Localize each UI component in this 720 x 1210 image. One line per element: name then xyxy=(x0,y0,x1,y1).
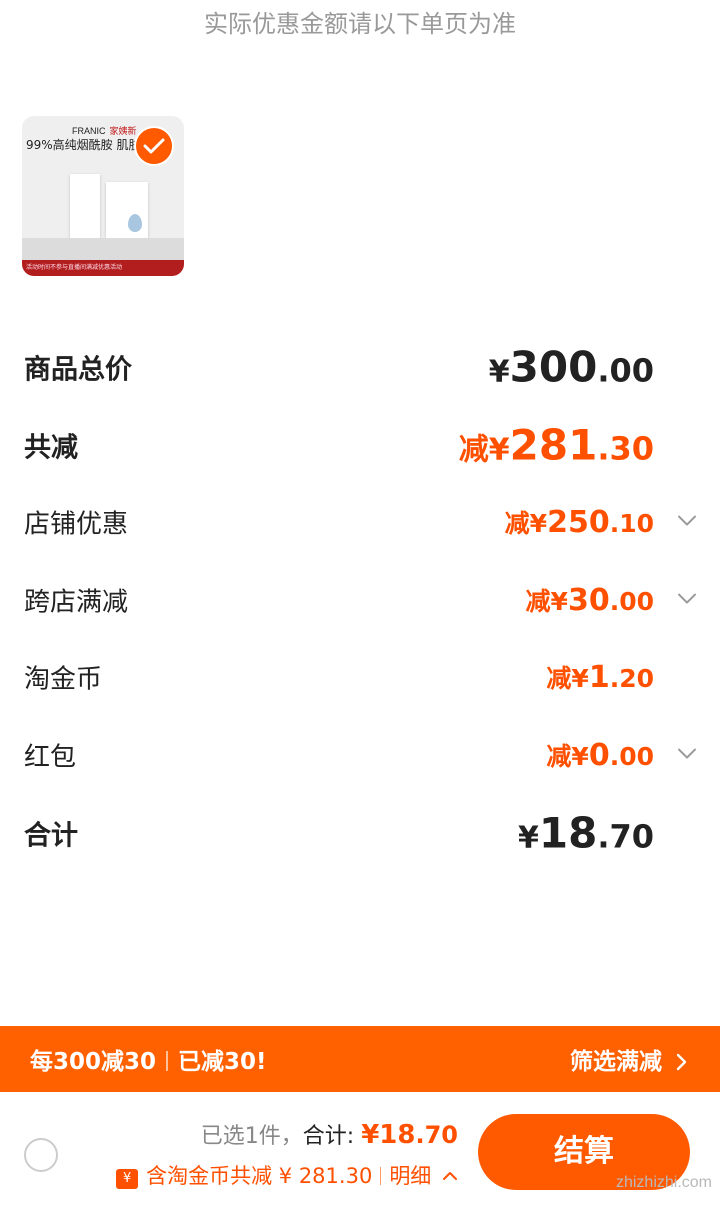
price-row-value: 减¥250.10 xyxy=(505,504,654,540)
price-row-label: 淘金币 xyxy=(24,664,103,695)
price-prefix: 减 xyxy=(546,664,572,693)
selected-count: 已选1件， xyxy=(200,1124,303,1149)
footer-total-int: 18 xyxy=(379,1120,416,1150)
filter-discount-label: 筛选满减 xyxy=(569,1049,662,1075)
price-row-value: ¥18.70 xyxy=(518,809,654,858)
footer-total-symbol: ¥ xyxy=(361,1120,380,1150)
coin-discount-line[interactable]: ¥ 含淘金币共减 ¥ 281.30 明细 xyxy=(116,1160,458,1190)
price-int: 30 xyxy=(567,583,610,618)
price-dec: .00 xyxy=(609,742,654,771)
price-dec: .70 xyxy=(597,817,654,856)
chevron-down-icon[interactable] xyxy=(676,514,698,528)
footer-total-dec: .70 xyxy=(415,1121,458,1149)
price-symbol: ¥ xyxy=(488,354,510,390)
price-dec: .10 xyxy=(609,509,654,538)
promo-left: 每300减30 已减30! xyxy=(30,1042,267,1076)
price-row-value: 减¥30.00 xyxy=(526,582,654,618)
price-symbol: ¥ xyxy=(488,432,510,468)
product-thumbnail[interactable]: FRANIC 家姨新 99%高纯烟酰胺 肌肤 活动时间不参与直播间满减优惠活动 xyxy=(22,116,184,276)
price-row-value: ¥300.00 xyxy=(489,343,654,392)
promo-rule: 每300减30 xyxy=(30,1049,157,1075)
chevron-right-icon xyxy=(676,1053,687,1071)
price-row[interactable]: 店铺优惠 减¥250.10 xyxy=(24,497,700,547)
thumb-band: 活动时间不参与直播间满减优惠活动 xyxy=(22,260,184,276)
select-all-radio[interactable] xyxy=(24,1138,58,1172)
price-row-label: 红包 xyxy=(24,742,77,773)
price-int: 281 xyxy=(509,420,598,470)
price-dec: .20 xyxy=(609,664,654,693)
price-dec: .00 xyxy=(609,587,654,616)
promo-divider xyxy=(166,1051,169,1071)
price-row[interactable]: 红包 减¥0.00 xyxy=(24,730,700,780)
coin-discount-text: 含淘金币共减 ¥ 281.30 xyxy=(146,1164,373,1188)
price-row[interactable]: 跨店满减 减¥30.00 xyxy=(24,575,700,625)
price-row-value: 减¥0.00 xyxy=(546,737,654,773)
footer-total-label: 合计: xyxy=(302,1124,362,1149)
price-row-label: 共减 xyxy=(24,432,78,464)
price-symbol: ¥ xyxy=(571,742,589,771)
price-row-label: 跨店满减 xyxy=(24,587,129,618)
coin-icon: ¥ xyxy=(116,1169,139,1189)
price-row-value: 减¥1.20 xyxy=(546,659,654,695)
selection-summary: 已选1件，合计: ¥18.70 xyxy=(201,1118,458,1150)
thumb-brand: FRANIC xyxy=(72,126,106,136)
checkout-footer: 已选1件，合计: ¥18.70 ¥ 含淘金币共减 ¥ 281.30 明细 结算 zh… xyxy=(0,1092,720,1210)
price-int: 300 xyxy=(509,342,598,392)
price-symbol: ¥ xyxy=(550,587,568,616)
price-row-label: 店铺优惠 xyxy=(24,509,129,540)
price-row: 共减 减¥281.30 xyxy=(24,420,700,470)
detail-link[interactable]: 明细 xyxy=(389,1164,431,1188)
price-row-label: 商品总价 xyxy=(24,354,132,386)
price-row-label: 合计 xyxy=(24,820,78,852)
watermark: zhizhizhi.com xyxy=(615,1174,712,1191)
coin-divider xyxy=(380,1167,382,1185)
chevron-down-icon[interactable] xyxy=(676,592,698,606)
price-prefix: 减 xyxy=(546,742,572,771)
price-row-value: 减¥281.30 xyxy=(459,421,654,470)
price-row: 商品总价 ¥300.00 xyxy=(24,342,700,392)
price-symbol: ¥ xyxy=(517,820,539,856)
price-prefix: 减 xyxy=(458,432,489,468)
checkmark-icon[interactable] xyxy=(134,126,174,166)
price-row: 合计 ¥18.70 xyxy=(24,808,700,858)
price-row: 淘金币 减¥1.20 xyxy=(24,652,700,702)
chevron-up-icon xyxy=(443,1172,457,1180)
price-int: 18 xyxy=(538,808,598,858)
price-int: 250 xyxy=(547,505,610,540)
footer-total-value: ¥18.70 xyxy=(361,1120,458,1150)
price-prefix: 减 xyxy=(504,509,530,538)
thumb-drop-graphic xyxy=(128,214,142,232)
price-int: 0 xyxy=(588,738,610,773)
price-dec: .00 xyxy=(597,351,654,390)
price-prefix: 减 xyxy=(525,587,551,616)
price-dec: .30 xyxy=(597,429,654,468)
thumb-headline: 99%高纯烟酰胺 肌肤 xyxy=(26,138,141,152)
thumb-card-back xyxy=(70,174,100,244)
price-int: 1 xyxy=(588,660,610,695)
thumb-floor xyxy=(22,238,184,260)
chevron-down-icon[interactable] xyxy=(676,747,698,761)
price-symbol: ¥ xyxy=(529,509,548,538)
promo-bar: 每300减30 已减30! 筛选满减 xyxy=(0,1026,720,1092)
filter-discount-button[interactable]: 筛选满减 xyxy=(570,1042,688,1076)
price-symbol: ¥ xyxy=(571,664,589,693)
discount-notice: 实际优惠金额请以下单页为准 xyxy=(204,10,516,38)
promo-applied: 已减30! xyxy=(178,1049,267,1075)
